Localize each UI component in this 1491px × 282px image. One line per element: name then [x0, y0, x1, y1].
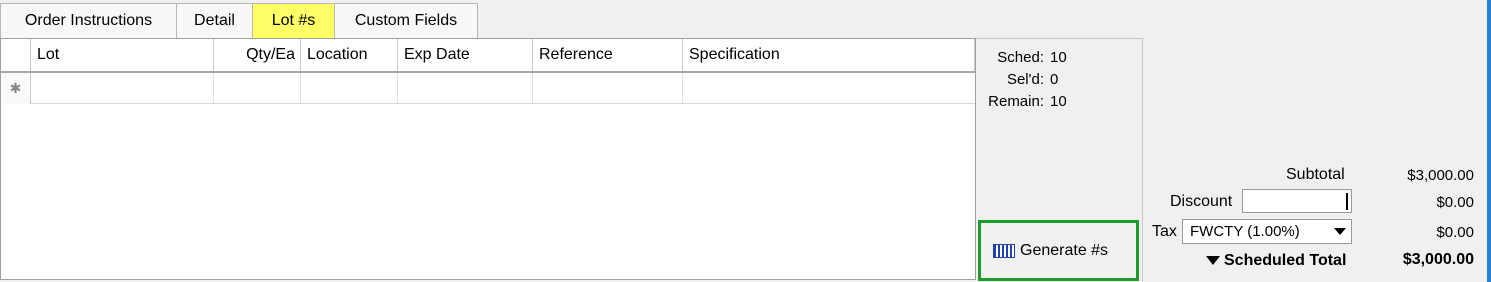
- tab-detail[interactable]: Detail: [176, 3, 253, 38]
- new-row-marker: ✱: [1, 73, 31, 104]
- divider: [1142, 38, 1143, 282]
- selected-label: Sel'd:: [1006, 70, 1044, 88]
- column-header-location[interactable]: Location: [301, 39, 398, 71]
- cell-reference[interactable]: [533, 73, 683, 104]
- tab-order-instructions[interactable]: Order Instructions: [0, 3, 177, 38]
- cell-lot[interactable]: [31, 73, 214, 104]
- new-row[interactable]: [1, 73, 975, 104]
- selected-value: 0: [1050, 70, 1059, 88]
- generate-numbers-button[interactable]: Generate #s: [978, 220, 1139, 281]
- divider: [976, 38, 1143, 39]
- tab-label: Detail: [194, 12, 235, 29]
- tax-label: Tax: [1152, 223, 1177, 240]
- tab-label: Order Instructions: [24, 12, 153, 29]
- tab-lot-numbers[interactable]: Lot #s: [252, 3, 335, 38]
- generate-numbers-label: Generate #s: [1020, 241, 1109, 259]
- remain-value: 10: [1050, 92, 1067, 110]
- tax-value: $0.00: [1436, 224, 1474, 241]
- subtotal-value: $3,000.00: [1407, 167, 1474, 184]
- scheduled-total-value: $3,000.00: [1402, 251, 1474, 268]
- tab-bar: Order Instructions Detail Lot #s Custom …: [0, 3, 478, 39]
- column-header-exp-date[interactable]: Exp Date: [398, 39, 533, 71]
- column-header-qty[interactable]: Qty/Ea: [214, 39, 301, 71]
- grid-header: Lot Qty/Ea Location Exp Date Reference S…: [1, 39, 975, 73]
- cell-specification[interactable]: [683, 73, 975, 104]
- grid-corner: [1, 39, 31, 71]
- discount-value: $0.00: [1436, 194, 1474, 211]
- column-header-specification[interactable]: Specification: [683, 39, 975, 71]
- sched-summary: Sched: 10 Sel'd: 0 Remain: 10: [986, 46, 1086, 112]
- cell-qty[interactable]: [214, 73, 301, 104]
- sched-label: Sched:: [997, 48, 1044, 66]
- text-caret: [1346, 193, 1348, 210]
- column-header-lot[interactable]: Lot: [31, 39, 214, 71]
- discount-input[interactable]: [1242, 189, 1352, 213]
- barcode-icon: [993, 243, 1015, 258]
- cell-exp-date[interactable]: [398, 73, 533, 104]
- window-edge: [1487, 0, 1491, 282]
- discount-label: Discount: [1170, 193, 1233, 210]
- tab-label: Custom Fields: [354, 12, 458, 29]
- column-header-reference[interactable]: Reference: [533, 39, 683, 71]
- subtotal-label: Subtotal: [1286, 166, 1345, 183]
- scheduled-total-label: Scheduled Total: [1224, 252, 1347, 269]
- collapse-triangle-icon: [1206, 256, 1220, 266]
- tax-code-selected: FWCTY (1.00%): [1190, 223, 1300, 240]
- scheduled-total-toggle[interactable]: Scheduled Total: [1206, 252, 1346, 270]
- remain-label: Remain:: [988, 92, 1044, 110]
- tab-label: Lot #s: [271, 12, 316, 29]
- cell-location[interactable]: [301, 73, 398, 104]
- dropdown-arrow-icon[interactable]: [1334, 228, 1346, 235]
- lot-grid[interactable]: Lot Qty/Ea Location Exp Date Reference S…: [0, 38, 976, 280]
- tab-custom-fields[interactable]: Custom Fields: [334, 3, 478, 38]
- sched-value: 10: [1050, 48, 1067, 66]
- tax-code-select[interactable]: FWCTY (1.00%): [1182, 219, 1352, 244]
